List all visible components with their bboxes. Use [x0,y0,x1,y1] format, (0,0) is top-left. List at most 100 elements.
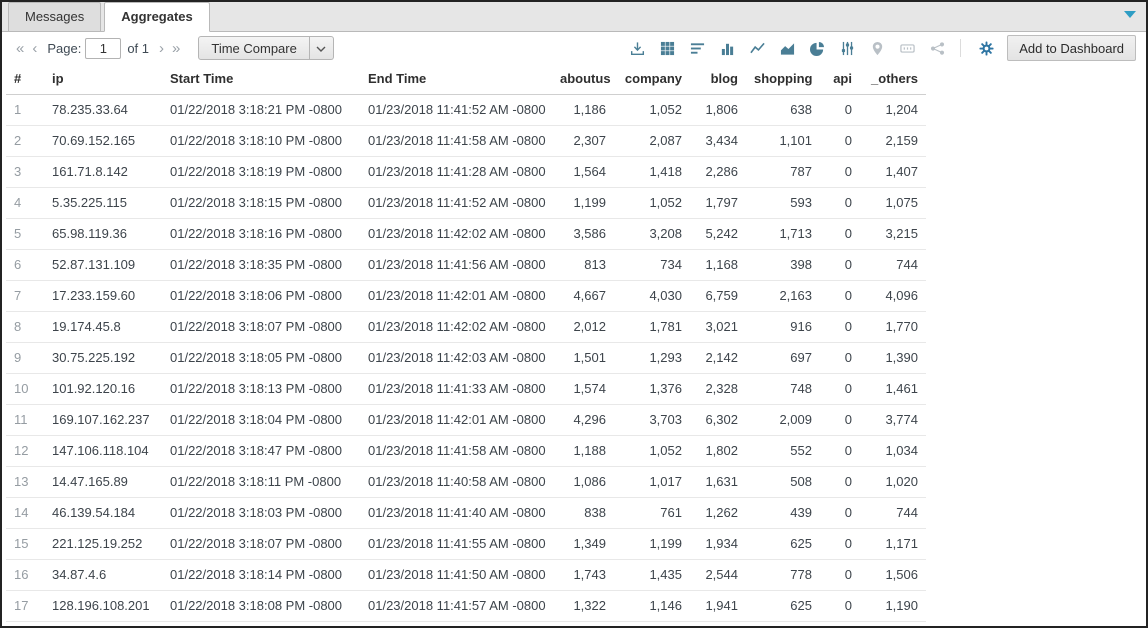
cell-blog: 1,941 [690,590,746,621]
cell-num: 15 [6,528,44,559]
equalizer-button[interactable] [834,36,860,60]
area-chart-button[interactable] [774,36,800,60]
column-chart-icon [720,41,735,56]
line-chart-button[interactable] [744,36,770,60]
cell-shopping: 625 [746,590,820,621]
cell-api: 0 [820,404,860,435]
cell-aboutus: 1,349 [552,528,614,559]
prev-page-button[interactable]: ‹ [28,41,41,56]
cell-company: 761 [614,497,690,528]
cell-num: 10 [6,373,44,404]
cell-ip: 34.87.4.6 [44,559,162,590]
first-page-button[interactable]: « [12,41,28,56]
cell-end_time: 01/23/2018 11:42:01 AM -0800 [360,404,552,435]
cell-shopping: 697 [746,342,820,373]
cell-company: 1,293 [614,342,690,373]
cell-_others: 1,171 [860,528,926,559]
cell-aboutus: 838 [552,497,614,528]
cell-end_time: 01/23/2018 11:41:58 AM -0800 [360,435,552,466]
toolbar-right: Add to Dashboard [620,35,1136,61]
cell-num: 16 [6,559,44,590]
cell-_others: 1,204 [860,94,926,125]
cell-_others: 1,075 [860,187,926,218]
table-row[interactable]: 3161.71.8.14201/22/2018 3:18:19 PM -0800… [6,156,926,187]
cell-blog: 1,262 [690,497,746,528]
table-row[interactable]: 15221.125.19.25201/22/2018 3:18:07 PM -0… [6,528,926,559]
column-header-start_time[interactable]: Start Time [162,64,360,94]
cell-shopping: 508 [746,466,820,497]
cell-end_time: 01/23/2018 11:42:01 AM -0800 [360,280,552,311]
cell-shopping: 916 [746,311,820,342]
cell-num: 4 [6,187,44,218]
table-row[interactable]: 1634.87.4.601/22/2018 3:18:14 PM -080001… [6,559,926,590]
table-row[interactable]: 930.75.225.19201/22/2018 3:18:05 PM -080… [6,342,926,373]
page-input[interactable] [85,38,121,59]
cell-company: 3,208 [614,218,690,249]
list-icon [690,41,705,56]
table-button[interactable] [654,36,680,60]
cell-blog: 2,328 [690,373,746,404]
cell-aboutus: 4,667 [552,280,614,311]
table-row[interactable]: 1314.47.165.8901/22/2018 3:18:11 PM -080… [6,466,926,497]
pie-chart-button[interactable] [804,36,830,60]
tab-aggregates[interactable]: Aggregates [104,2,210,32]
cell-num: 9 [6,342,44,373]
aggregates-table: #ipStart TimeEnd Timeaboutuscompanyblogs… [6,64,926,622]
table-row[interactable]: 178.235.33.6401/22/2018 3:18:21 PM -0800… [6,94,926,125]
export-button[interactable] [624,36,650,60]
node-link-icon [930,41,945,56]
cell-blog: 1,802 [690,435,746,466]
area-chart-icon [780,41,795,56]
tab-messages[interactable]: Messages [8,2,101,32]
cell-end_time: 01/23/2018 11:41:52 AM -0800 [360,94,552,125]
next-page-button[interactable]: › [155,41,168,56]
cell-company: 3,703 [614,404,690,435]
cell-_others: 1,461 [860,373,926,404]
column-header-shopping[interactable]: shopping [746,64,820,94]
table-row[interactable]: 565.98.119.3601/22/2018 3:18:16 PM -0800… [6,218,926,249]
cell-_others: 744 [860,497,926,528]
add-to-dashboard-button[interactable]: Add to Dashboard [1007,35,1136,61]
table-row[interactable]: 10101.92.120.1601/22/2018 3:18:13 PM -08… [6,373,926,404]
cell-company: 1,199 [614,528,690,559]
table-row[interactable]: 17128.196.108.20101/22/2018 3:18:08 PM -… [6,590,926,621]
cell-aboutus: 2,012 [552,311,614,342]
column-header-num[interactable]: # [6,64,44,94]
column-header-blog[interactable]: blog [690,64,746,94]
last-page-button[interactable]: » [168,41,184,56]
cell-api: 0 [820,466,860,497]
cell-ip: 128.196.108.201 [44,590,162,621]
app-window: Messages Aggregates « ‹ Page: of 1 › » T… [0,0,1148,628]
time-compare-button[interactable]: Time Compare [198,36,309,60]
column-header-ip[interactable]: ip [44,64,162,94]
collapse-panel-icon[interactable] [1124,11,1136,18]
table-row[interactable]: 12147.106.118.10401/22/2018 3:18:47 PM -… [6,435,926,466]
toolbar: « ‹ Page: of 1 › » Time Compare A [2,32,1146,64]
table-row[interactable]: 11169.107.162.23701/22/2018 3:18:04 PM -… [6,404,926,435]
cell-end_time: 01/23/2018 11:41:52 AM -0800 [360,187,552,218]
table-row[interactable]: 819.174.45.801/22/2018 3:18:07 PM -08000… [6,311,926,342]
cell-blog: 2,544 [690,559,746,590]
column-header-company[interactable]: company [614,64,690,94]
list-button[interactable] [684,36,710,60]
table-row[interactable]: 270.69.152.16501/22/2018 3:18:10 PM -080… [6,125,926,156]
cell-start_time: 01/22/2018 3:18:13 PM -0800 [162,373,360,404]
cell-company: 2,087 [614,125,690,156]
cell-start_time: 01/22/2018 3:18:14 PM -0800 [162,559,360,590]
table-row[interactable]: 1446.139.54.18401/22/2018 3:18:03 PM -08… [6,497,926,528]
column-chart-button[interactable] [714,36,740,60]
cell-blog: 3,434 [690,125,746,156]
time-compare-dropdown-button[interactable] [310,36,334,60]
settings-button[interactable] [973,36,999,60]
column-header-api[interactable]: api [820,64,860,94]
table-row[interactable]: 45.35.225.11501/22/2018 3:18:15 PM -0800… [6,187,926,218]
cell-company: 1,376 [614,373,690,404]
cell-end_time: 01/23/2018 11:41:50 AM -0800 [360,559,552,590]
column-header-end_time[interactable]: End Time [360,64,552,94]
column-header-aboutus[interactable]: aboutus [552,64,614,94]
cell-_others: 1,020 [860,466,926,497]
column-header-_others[interactable]: _others [860,64,926,94]
table-row[interactable]: 652.87.131.10901/22/2018 3:18:35 PM -080… [6,249,926,280]
cell-start_time: 01/22/2018 3:18:10 PM -0800 [162,125,360,156]
table-row[interactable]: 717.233.159.6001/22/2018 3:18:06 PM -080… [6,280,926,311]
